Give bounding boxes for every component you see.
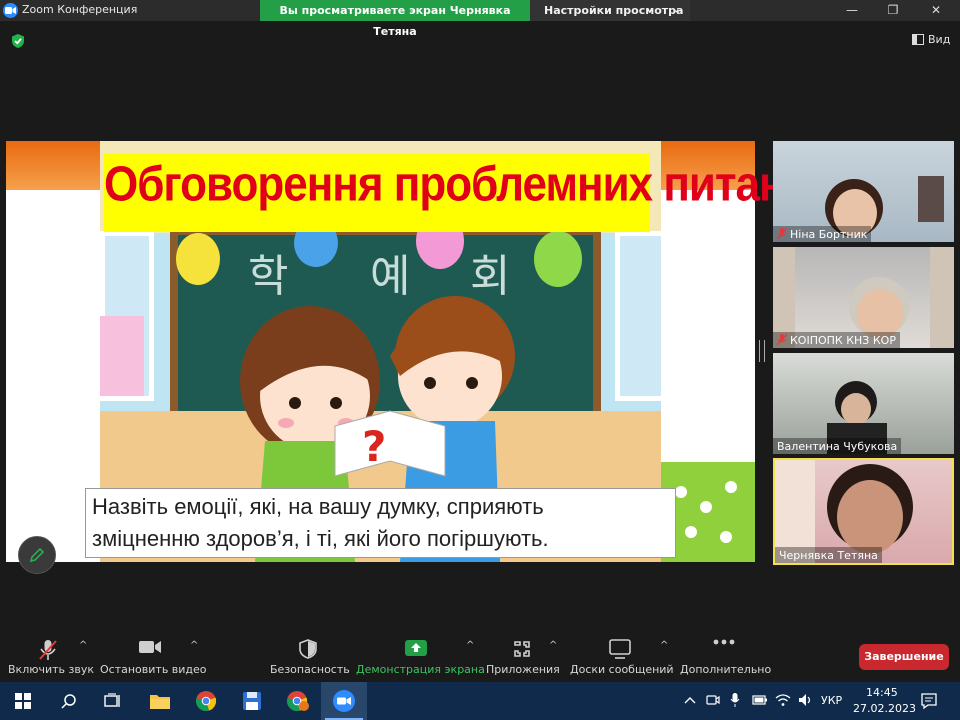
whiteboard-icon	[609, 639, 631, 659]
splitter-handle[interactable]	[759, 340, 765, 362]
apps-button[interactable]: Приложения	[486, 630, 560, 682]
shield-icon	[299, 639, 317, 659]
chrome-profile-icon	[287, 691, 309, 711]
participant-name-row: Чернявка Тетяна	[775, 547, 882, 563]
audio-options-caret[interactable]: ^	[79, 640, 87, 651]
speaker-icon[interactable]	[798, 693, 814, 707]
more-button[interactable]: Дополнительно	[680, 630, 772, 682]
search-icon	[61, 694, 76, 709]
chrome-icon	[196, 691, 217, 711]
share-screen-label: Демонстрация экрана	[356, 663, 485, 676]
meeting-toolbar: Включить звук ^ Остановить видео ^ Безоп…	[0, 630, 960, 682]
whiteboards-options-caret[interactable]: ^	[660, 640, 668, 651]
windows-logo-icon	[15, 693, 31, 709]
taskbar-chrome-profile[interactable]	[275, 682, 321, 720]
chevron-down-icon: ⌄	[672, 5, 680, 15]
close-button[interactable]: ✕	[916, 0, 956, 21]
svg-text:?: ?	[362, 422, 386, 471]
more-dots-icon	[713, 639, 735, 645]
zoom-logo-icon	[3, 3, 18, 18]
input-language[interactable]: УКР	[821, 694, 842, 707]
participant-name: Валентина Чубукова	[777, 439, 898, 453]
taskbar-chrome[interactable]	[183, 682, 229, 720]
notifications-icon[interactable]	[920, 692, 938, 710]
view-settings-dropdown[interactable]: Настройки просмотра ⌄	[530, 0, 690, 21]
security-button[interactable]: Безопасность	[270, 630, 350, 682]
whiteboards-label: Доски сообщений	[570, 663, 674, 676]
window-titlebar: Zoom Конференция Вы просматриваете экран…	[0, 0, 960, 38]
slide-title: Обговорення проблемних питань	[104, 157, 812, 212]
svg-text:학: 학	[248, 251, 288, 302]
mic-muted-icon	[777, 334, 787, 346]
folder-icon	[150, 695, 170, 709]
taskbar-save-app[interactable]	[229, 682, 275, 720]
screen-share-banner: Вы просматриваете экран Чернявка Тетяна	[260, 0, 530, 38]
taskbar-file-explorer[interactable]	[137, 682, 183, 720]
task-view-icon	[104, 693, 120, 707]
view-settings-label: Настройки просмотра	[544, 4, 684, 17]
share-screen-button[interactable]: Демонстрация экрана	[356, 630, 485, 682]
clock-time[interactable]: 14:45	[866, 686, 898, 699]
apps-options-caret[interactable]: ^	[549, 640, 557, 651]
meet-now-icon[interactable]	[706, 693, 720, 707]
view-button[interactable]: Вид	[912, 33, 950, 46]
start-button[interactable]	[0, 682, 46, 720]
app-title: Zoom Конференция	[22, 3, 138, 16]
stop-video-button[interactable]: Остановить видео	[100, 630, 207, 682]
taskbar-zoom[interactable]	[321, 682, 367, 720]
minimize-button[interactable]: —	[832, 0, 872, 21]
slide-question-text: Назвіть емоції, які, на вашу думку, спри…	[92, 494, 549, 551]
stop-video-label: Остановить видео	[100, 663, 207, 676]
apps-label: Приложения	[486, 663, 560, 676]
encryption-shield-icon[interactable]	[11, 33, 25, 53]
unmute-label: Включить звук	[8, 663, 95, 676]
participant-name: КОІПОПК КНЗ КОР	[790, 333, 896, 347]
more-label: Дополнительно	[680, 663, 772, 676]
mic-muted-icon	[39, 640, 57, 660]
video-options-caret[interactable]: ^	[190, 640, 198, 651]
restore-button[interactable]: ❐	[873, 0, 913, 21]
participant-name-row: КОІПОПК КНЗ КОР	[773, 332, 900, 348]
annotate-button[interactable]	[18, 536, 56, 574]
video-camera-icon	[139, 641, 161, 653]
participant-name-row: Валентина Чубукова	[773, 438, 902, 454]
svg-text:회: 회	[470, 251, 510, 302]
zoom-app-icon	[333, 690, 355, 712]
grid-view-icon	[912, 34, 924, 45]
slide-orange-band-left	[6, 141, 100, 190]
windows-taskbar: УКР 14:45 27.02.2023	[0, 682, 960, 720]
battery-icon[interactable]	[752, 694, 768, 706]
security-label: Безопасность	[270, 663, 350, 676]
task-view-button[interactable]	[90, 682, 136, 720]
search-button[interactable]	[46, 682, 92, 720]
participant-tile[interactable]: КОІПОПК КНЗ КОР	[773, 247, 954, 348]
pencil-icon	[29, 547, 45, 563]
svg-text:예: 예	[370, 251, 410, 302]
clock-date[interactable]: 27.02.2023	[853, 702, 916, 715]
floppy-disk-icon	[243, 692, 261, 710]
whiteboards-button[interactable]: Доски сообщений	[570, 630, 674, 682]
tray-overflow-chevron-icon[interactable]	[684, 695, 696, 705]
participant-name: Чернявка Тетяна	[779, 548, 878, 562]
participant-tile[interactable]: Ніна Бортник	[773, 141, 954, 242]
unmute-button[interactable]: Включить звук	[8, 630, 95, 682]
participant-tile[interactable]: Валентина Чубукова	[773, 353, 954, 454]
end-meeting-button[interactable]: Завершение	[859, 644, 949, 670]
wifi-icon[interactable]	[775, 693, 791, 707]
mic-muted-icon	[777, 228, 787, 240]
apps-icon	[514, 641, 530, 657]
microphone-tray-icon[interactable]	[730, 692, 740, 708]
share-options-caret[interactable]: ^	[466, 640, 474, 651]
view-label: Вид	[928, 33, 951, 46]
share-screen-icon	[405, 640, 427, 656]
participant-tile-active-speaker[interactable]: Чернявка Тетяна	[773, 458, 954, 565]
participant-name-row: Ніна Бортник	[773, 226, 872, 242]
participant-name: Ніна Бортник	[790, 227, 868, 241]
